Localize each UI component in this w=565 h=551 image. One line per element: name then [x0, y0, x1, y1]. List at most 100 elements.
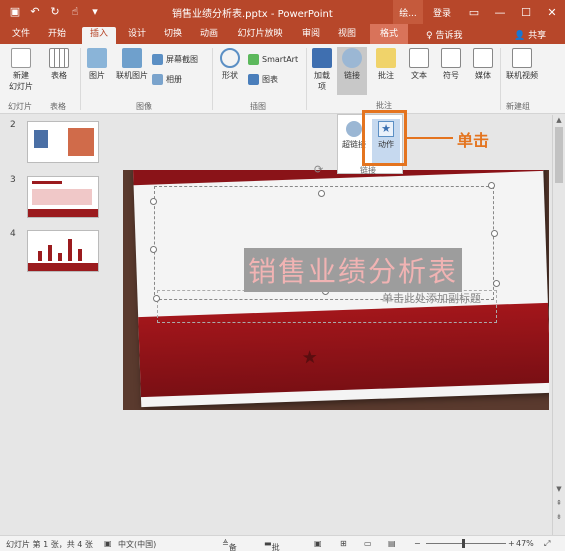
notes-button[interactable]: ≜ 备注 [222, 539, 237, 551]
tab-design[interactable]: 设计 [124, 27, 150, 44]
reading-view-icon[interactable]: ▭ [364, 539, 372, 548]
zoom-out-icon[interactable]: − [414, 539, 421, 548]
picture-button[interactable]: 图片 [84, 48, 110, 81]
thumbnail-number: 3 [10, 175, 16, 185]
thumbnail-bar [68, 239, 72, 261]
group-label-slides: 幻灯片 [8, 102, 32, 111]
smartart-label: SmartArt [262, 55, 299, 64]
tab-transitions[interactable]: 切换 [160, 27, 186, 44]
links-label: 链接 [344, 71, 360, 80]
next-slide-icon[interactable]: ⇟ [553, 513, 565, 521]
online-picture-button[interactable]: 联机图片 [112, 48, 152, 81]
addins-button[interactable]: 加载 项 [309, 48, 335, 92]
scroll-up-icon[interactable]: ▲ [553, 116, 565, 124]
vertical-scrollbar[interactable]: ▲ ▼ ⇞ ⇟ [552, 115, 565, 535]
text-button[interactable]: 文本 [406, 48, 432, 81]
album-label: 相册 [166, 75, 182, 84]
ribbon-display-icon[interactable]: ▭ [461, 6, 487, 19]
ribbon-divider [212, 48, 213, 110]
slide-thumbnail-4[interactable] [27, 230, 99, 272]
thumbnail-bar [78, 249, 82, 261]
group-label-illustrations: 插图 [250, 102, 266, 111]
slide-sorter-icon[interactable]: ⊞ [340, 539, 347, 548]
tab-slideshow[interactable]: 幻灯片放映 [230, 27, 290, 44]
group-label-new-group: 新建组 [506, 102, 530, 111]
login-button[interactable]: 登录 [423, 6, 461, 19]
fit-slide-icon[interactable]: ⤢ [544, 539, 550, 549]
chart-button[interactable]: 图表 [248, 74, 278, 85]
new-slide-button[interactable]: 新建 幻灯片 [4, 48, 38, 92]
action-highlight-box [362, 110, 407, 166]
touch-mode-icon[interactable]: ☝ [68, 4, 82, 18]
maximize-icon[interactable]: ☐ [513, 6, 539, 19]
slide-thumbnail-3[interactable] [27, 176, 99, 218]
resize-handle[interactable] [150, 198, 157, 205]
shapes-button[interactable]: 形状 [216, 48, 244, 81]
resize-handle[interactable] [491, 230, 498, 237]
slideshow-icon[interactable]: ▤ [388, 539, 396, 548]
undo-icon[interactable]: ↶ [28, 4, 42, 18]
scrollbar-thumb[interactable] [555, 127, 563, 183]
picture-icon [87, 48, 107, 68]
zoom-level[interactable]: 47% [516, 539, 534, 548]
globe-link-icon [342, 48, 362, 68]
slide-subtitle[interactable]: 单击此处添加副标题 [382, 290, 481, 306]
customize-icon[interactable]: ▾ [88, 4, 102, 18]
links-group-label: 链接 [360, 166, 376, 175]
resize-handle[interactable] [318, 190, 325, 197]
speaker-icon [473, 48, 493, 68]
resize-handle[interactable] [488, 182, 495, 189]
symbol-button[interactable]: 符号 [438, 48, 464, 81]
resize-handle[interactable] [150, 246, 157, 253]
zoom-slider-knob[interactable] [462, 539, 465, 548]
spelling-icon[interactable]: ▣ [104, 539, 112, 548]
status-bar: 幻灯片 第 1 张，共 4 张 ▣ 中文(中国) ≜ 备注 ▬ 批注 ▣ ⊞ ▭… [0, 535, 565, 551]
thumbnail-table [32, 189, 92, 205]
comments-button[interactable]: ▬ 批注 [264, 539, 280, 551]
close-icon[interactable]: ✕ [539, 6, 565, 19]
comment-icon [376, 48, 396, 68]
tab-view[interactable]: 视图 [334, 27, 360, 44]
links-button[interactable]: 链接 [338, 48, 366, 81]
zoom-slider[interactable] [426, 543, 506, 544]
text-label: 文本 [411, 71, 427, 80]
scroll-down-icon[interactable]: ▼ [553, 485, 565, 493]
language-indicator[interactable]: 中文(中国) [118, 539, 156, 550]
online-video-label: 联机视频 [506, 71, 538, 80]
callout-line [407, 137, 453, 139]
quick-access-toolbar: ▣ ↶ ↻ ☝ ▾ [8, 4, 102, 18]
star-icon: ★ [301, 346, 319, 369]
smartart-button[interactable]: SmartArt [248, 54, 298, 65]
tab-review[interactable]: 审阅 [298, 27, 324, 44]
comment-button[interactable]: 批注 [372, 48, 400, 81]
normal-view-icon[interactable]: ▣ [314, 539, 322, 548]
tell-me-search[interactable]: ♀ 告诉我 [426, 28, 462, 41]
tab-insert[interactable]: 插入 [82, 27, 116, 44]
slide-count: 幻灯片 第 1 张，共 4 张 [6, 540, 93, 549]
resize-handle[interactable] [493, 280, 500, 287]
screenshot-label: 屏幕截图 [166, 55, 198, 64]
resize-handle[interactable] [153, 295, 160, 302]
tab-file[interactable]: 文件 [8, 27, 34, 44]
ribbon-tabs: 文件 开始 插入 设计 切换 动画 幻灯片放映 审阅 视图 格式 ♀ 告诉我 👤… [0, 24, 565, 44]
minimize-icon[interactable]: — [487, 6, 513, 19]
media-label: 媒体 [475, 71, 491, 80]
symbol-label: 符号 [443, 71, 459, 80]
save-icon[interactable]: ▣ [8, 4, 22, 18]
rotate-handle-icon[interactable]: ⟳ [314, 163, 323, 176]
album-button[interactable]: 相册 [152, 74, 182, 85]
zoom-in-icon[interactable]: + [508, 539, 515, 548]
tab-home[interactable]: 开始 [44, 27, 70, 44]
slide-thumbnail-2[interactable] [27, 121, 99, 163]
share-button[interactable]: 👤 共享 [514, 28, 546, 41]
thumbnail-bar [58, 253, 62, 261]
slide-title[interactable]: 销售业绩分析表 [244, 248, 463, 292]
redo-icon[interactable]: ↻ [48, 4, 62, 18]
table-button[interactable]: 表格 [44, 48, 74, 81]
screenshot-button[interactable]: 屏幕截图 [152, 54, 198, 65]
tab-format[interactable]: 格式 [370, 24, 408, 44]
tab-animations[interactable]: 动画 [196, 27, 222, 44]
online-video-button[interactable]: 联机视频 [502, 48, 542, 81]
media-button[interactable]: 媒体 [470, 48, 496, 81]
previous-slide-icon[interactable]: ⇞ [553, 499, 565, 507]
